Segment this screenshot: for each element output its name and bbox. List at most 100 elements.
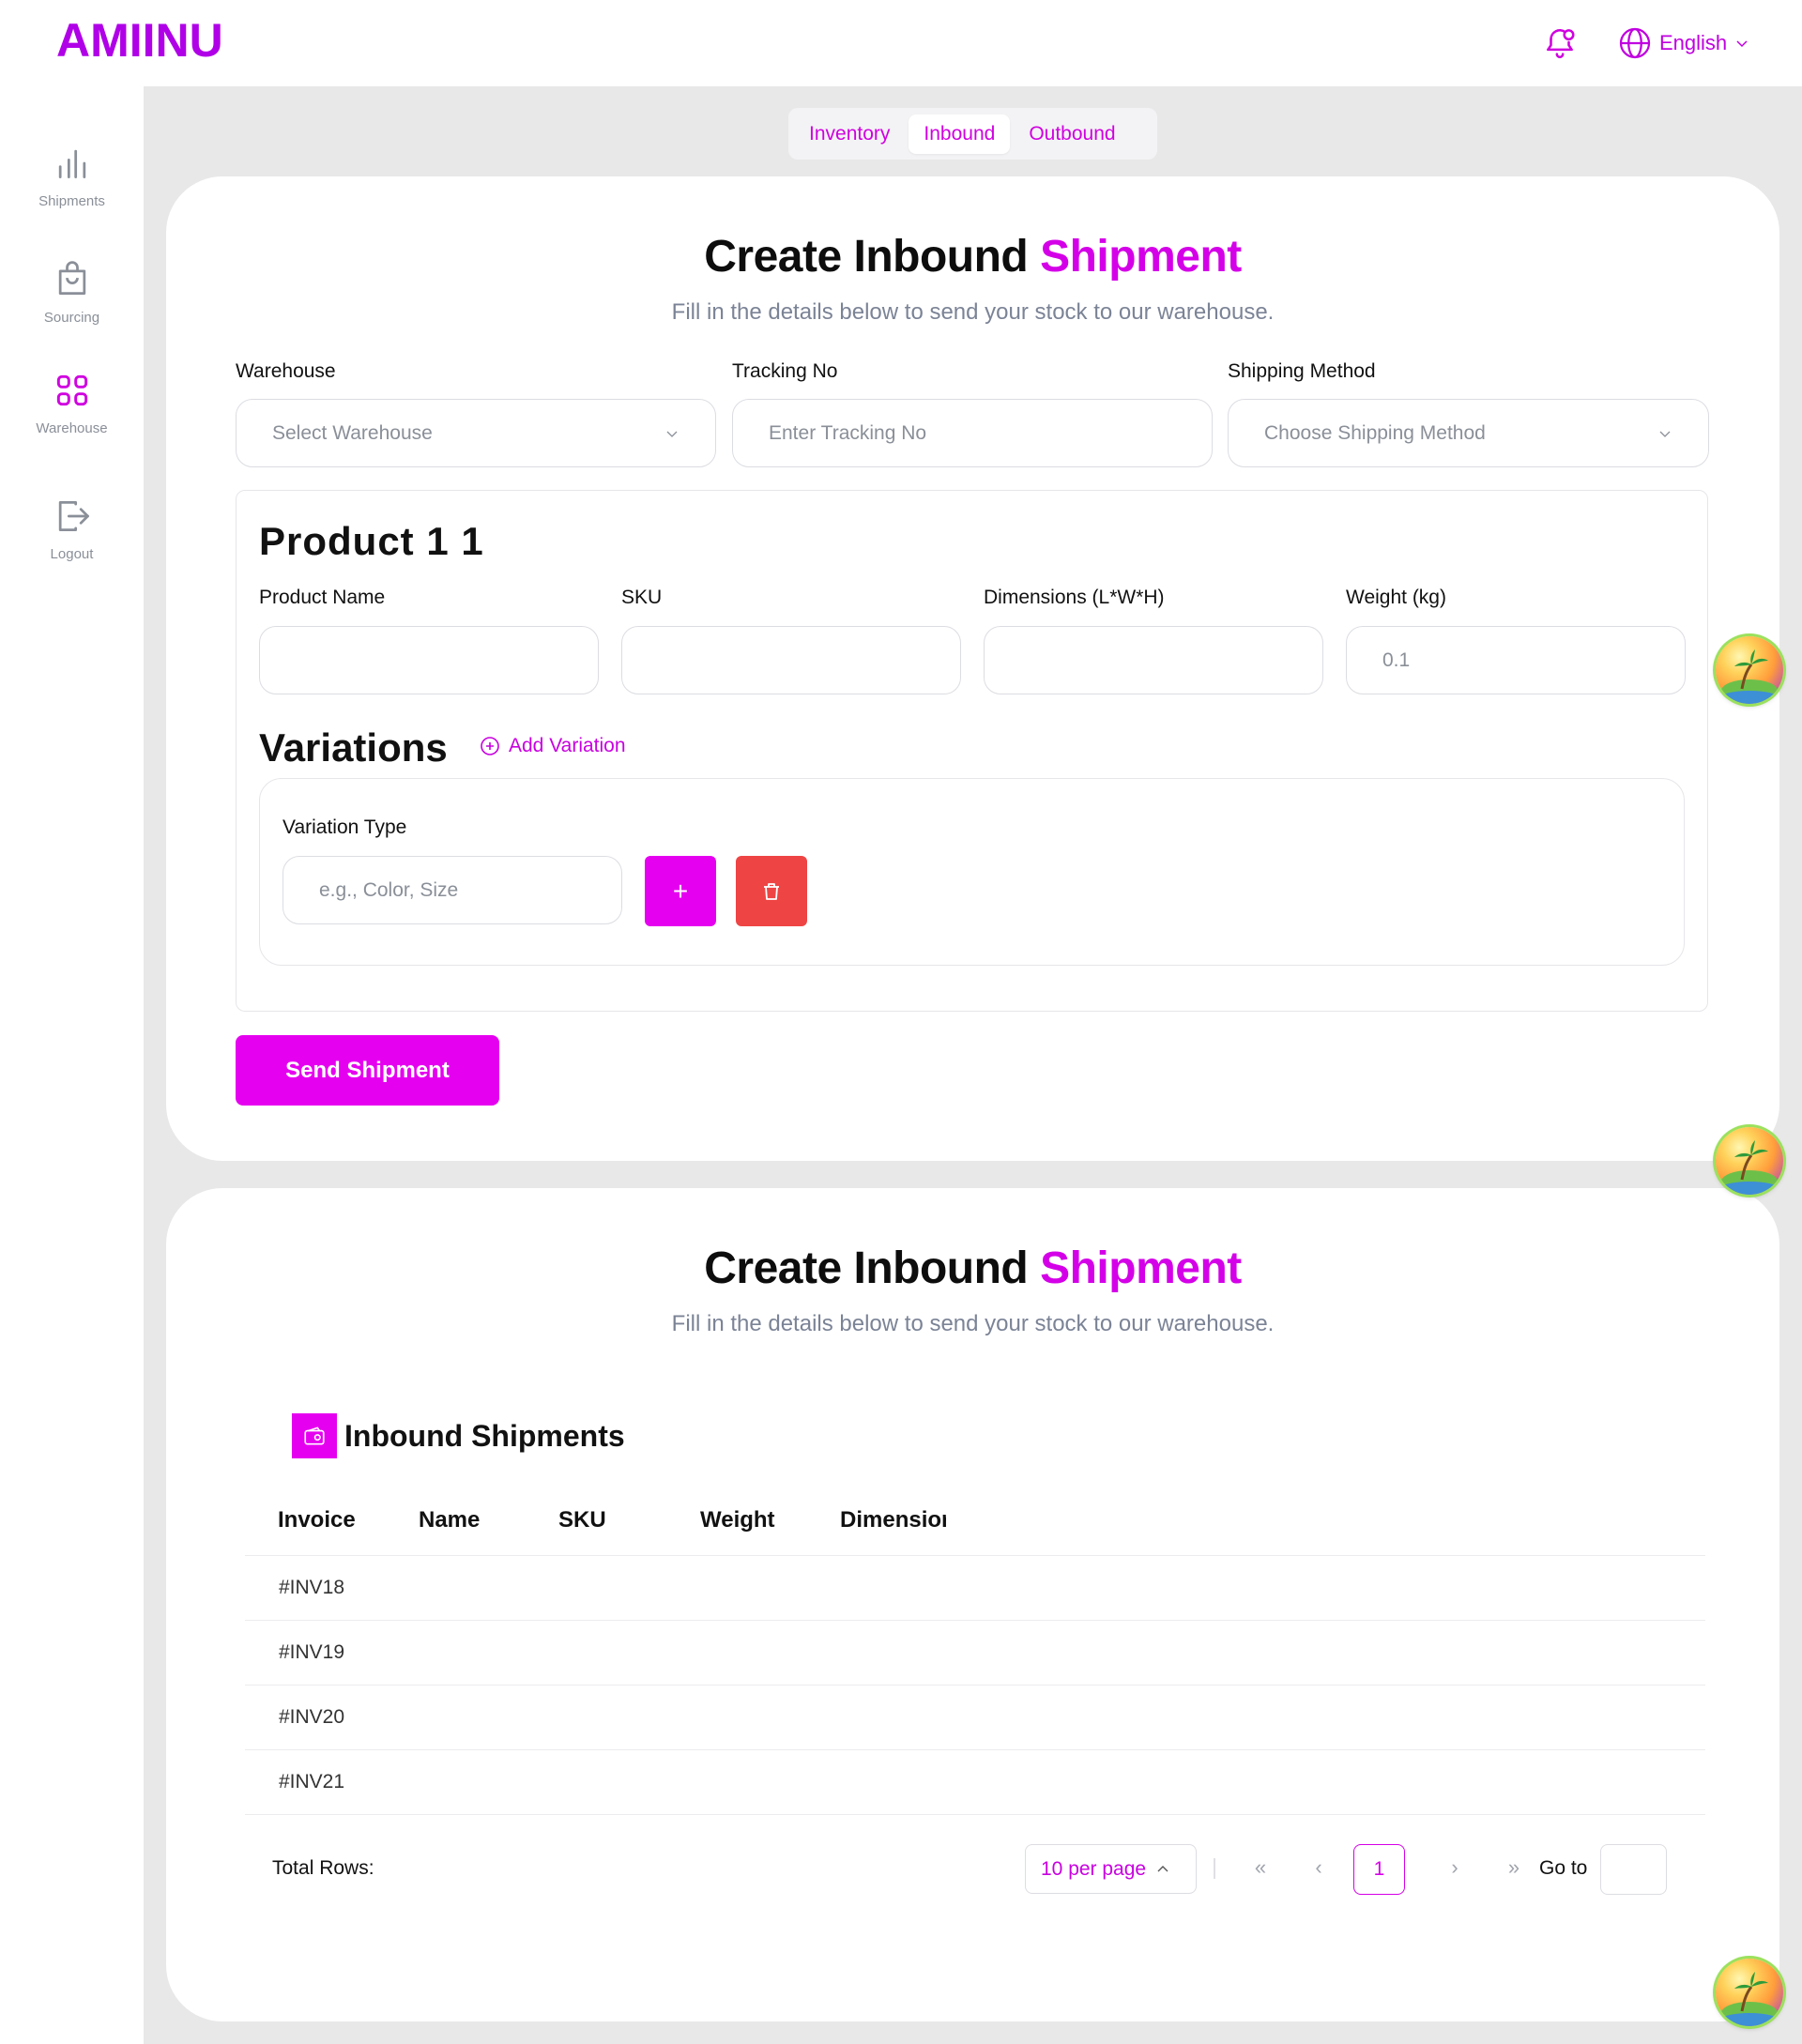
globe-icon bbox=[1619, 27, 1651, 59]
sidebar-item-sourcing[interactable]: Sourcing bbox=[0, 259, 144, 326]
product-name-input[interactable] bbox=[296, 648, 562, 672]
language-label: English bbox=[1659, 31, 1728, 54]
column-header-dimensions[interactable]: Dimensior bbox=[840, 1507, 946, 1533]
add-variation-button[interactable]: Add Variation bbox=[479, 735, 626, 757]
island-icon bbox=[1719, 649, 1779, 704]
current-page-button[interactable]: 1 bbox=[1353, 1844, 1405, 1895]
table-row[interactable]: #INV20 bbox=[245, 1686, 1705, 1750]
goto-label: Go to bbox=[1539, 1857, 1588, 1879]
weight-label: Weight (kg) bbox=[1346, 587, 1446, 608]
bar-chart-icon bbox=[58, 149, 85, 179]
tab-outbound[interactable]: Outbound bbox=[1014, 114, 1130, 154]
per-page-value: 10 per page bbox=[1041, 1857, 1147, 1880]
dimensions-field[interactable] bbox=[984, 626, 1323, 694]
sidebar-item-label: Sourcing bbox=[43, 310, 100, 326]
sku-input[interactable] bbox=[658, 648, 924, 672]
product-section: Product 1 1 Product Name SKU Dimensions … bbox=[236, 490, 1708, 1012]
variation-card: Variation Type + bbox=[259, 778, 1685, 966]
sidebar: Shipments Sourcing Warehouse Logout bbox=[0, 86, 144, 2044]
top-header: AMIINU English bbox=[0, 0, 1802, 86]
variations-title: Variations bbox=[259, 725, 448, 770]
invoice-cell: #INV19 bbox=[279, 1641, 345, 1663]
page-title: Create Inbound Shipment bbox=[166, 231, 1779, 282]
floating-island-avatar[interactable] bbox=[1716, 636, 1783, 704]
product-name-label: Product Name bbox=[259, 587, 386, 608]
tab-inbound[interactable]: Inbound bbox=[909, 114, 1011, 154]
shipping-method-select[interactable]: Choose Shipping Method bbox=[1228, 399, 1709, 467]
chevron-down-icon bbox=[666, 431, 678, 437]
first-page-icon[interactable]: « bbox=[1246, 1855, 1275, 1880]
column-header-invoice[interactable]: Invoice bbox=[278, 1507, 356, 1533]
wallet-icon bbox=[292, 1413, 337, 1458]
variation-type-label: Variation Type bbox=[283, 816, 407, 838]
weight-field[interactable]: 0.1 bbox=[1346, 626, 1686, 694]
list-page-subtitle: Fill in the details below to send your s… bbox=[671, 1311, 1275, 1336]
table-row[interactable]: #INV21 bbox=[245, 1750, 1705, 1815]
sidebar-item-label: Shipments bbox=[38, 193, 105, 209]
send-shipment-button[interactable]: Send Shipment bbox=[236, 1035, 499, 1106]
tab-inventory[interactable]: Inventory bbox=[794, 114, 905, 154]
invoice-cell: #INV21 bbox=[279, 1771, 345, 1792]
floating-island-avatar[interactable] bbox=[1716, 1127, 1783, 1195]
sidebar-item-logout[interactable]: Logout bbox=[0, 496, 144, 562]
shipping-method-placeholder: Choose Shipping Method bbox=[1264, 421, 1486, 444]
plus-circle-icon bbox=[481, 737, 499, 755]
add-variation-label: Add Variation bbox=[509, 735, 626, 756]
trash-icon bbox=[764, 882, 779, 900]
list-page-title: Create Inbound Shipment bbox=[166, 1243, 1779, 1294]
weight-value: 0.1 bbox=[1382, 648, 1411, 671]
language-selector[interactable]: English bbox=[1618, 24, 1749, 62]
next-page-icon[interactable]: › bbox=[1441, 1855, 1469, 1880]
variation-type-input[interactable] bbox=[319, 878, 586, 902]
sidebar-item-warehouse[interactable]: Warehouse bbox=[0, 370, 144, 436]
tracking-field[interactable] bbox=[732, 399, 1213, 467]
product-title: Product 1 1 bbox=[259, 519, 484, 563]
chevron-down-icon bbox=[1659, 431, 1671, 437]
floating-island-avatar[interactable] bbox=[1716, 1959, 1783, 2026]
dimensions-input[interactable] bbox=[1020, 648, 1287, 672]
warehouse-select[interactable]: Select Warehouse bbox=[236, 399, 716, 467]
variation-type-field[interactable] bbox=[283, 856, 622, 924]
invoice-cell: #INV20 bbox=[279, 1706, 345, 1728]
title-main: Create Inbound bbox=[704, 1243, 1029, 1293]
goto-page-input[interactable] bbox=[1600, 1844, 1667, 1895]
notification-bell-icon[interactable] bbox=[1542, 24, 1578, 60]
column-header-weight[interactable]: Weight bbox=[700, 1507, 775, 1533]
sku-label: SKU bbox=[621, 587, 663, 608]
delete-variation-button[interactable] bbox=[736, 856, 807, 926]
table-row[interactable]: #INV19 bbox=[245, 1621, 1705, 1686]
product-name-field[interactable] bbox=[259, 626, 599, 694]
last-page-icon[interactable]: » bbox=[1500, 1855, 1528, 1880]
pagination-divider bbox=[1214, 1858, 1215, 1879]
sidebar-item-label: Logout bbox=[50, 546, 94, 562]
sidebar-item-label: Warehouse bbox=[36, 420, 108, 436]
chevron-up-icon bbox=[1157, 1865, 1168, 1871]
column-header-sku[interactable]: SKU bbox=[558, 1507, 606, 1533]
table-header: Inbound Shipments bbox=[292, 1413, 625, 1458]
invoice-cell: #INV18 bbox=[279, 1577, 345, 1598]
create-shipment-form-card: Create Inbound Shipment Fill in the deta… bbox=[166, 176, 1779, 1161]
total-rows-label: Total Rows: bbox=[272, 1857, 374, 1879]
sidebar-item-shipments[interactable]: Shipments bbox=[0, 143, 144, 209]
grid-icon bbox=[56, 374, 87, 406]
prev-page-icon[interactable]: ‹ bbox=[1305, 1855, 1333, 1880]
per-page-select[interactable]: 10 per page bbox=[1025, 1844, 1197, 1894]
chevron-down-icon bbox=[1736, 40, 1748, 48]
warehouse-placeholder: Select Warehouse bbox=[272, 421, 433, 444]
shopping-bag-icon bbox=[58, 261, 85, 296]
title-accent: Shipment bbox=[1040, 1243, 1242, 1293]
table-title: Inbound Shipments bbox=[344, 1418, 625, 1453]
sku-field[interactable] bbox=[621, 626, 961, 694]
tracking-input[interactable] bbox=[769, 421, 1176, 445]
island-icon bbox=[1719, 1140, 1779, 1195]
island-icon bbox=[1719, 1972, 1779, 2026]
app-root: AMIINU English Shipments Sourcing Wareho… bbox=[0, 0, 1802, 2044]
warehouse-label: Warehouse bbox=[236, 360, 336, 382]
title-accent: Shipment bbox=[1040, 232, 1242, 282]
inbound-shipments-card: Create Inbound Shipment Fill in the deta… bbox=[166, 1188, 1779, 2021]
table-row[interactable]: #INV18 bbox=[245, 1556, 1705, 1621]
add-option-button[interactable]: + bbox=[645, 856, 716, 926]
brand-logo[interactable]: AMIINU bbox=[56, 13, 223, 68]
column-header-name[interactable]: Name bbox=[419, 1507, 480, 1533]
logout-icon bbox=[58, 500, 89, 532]
